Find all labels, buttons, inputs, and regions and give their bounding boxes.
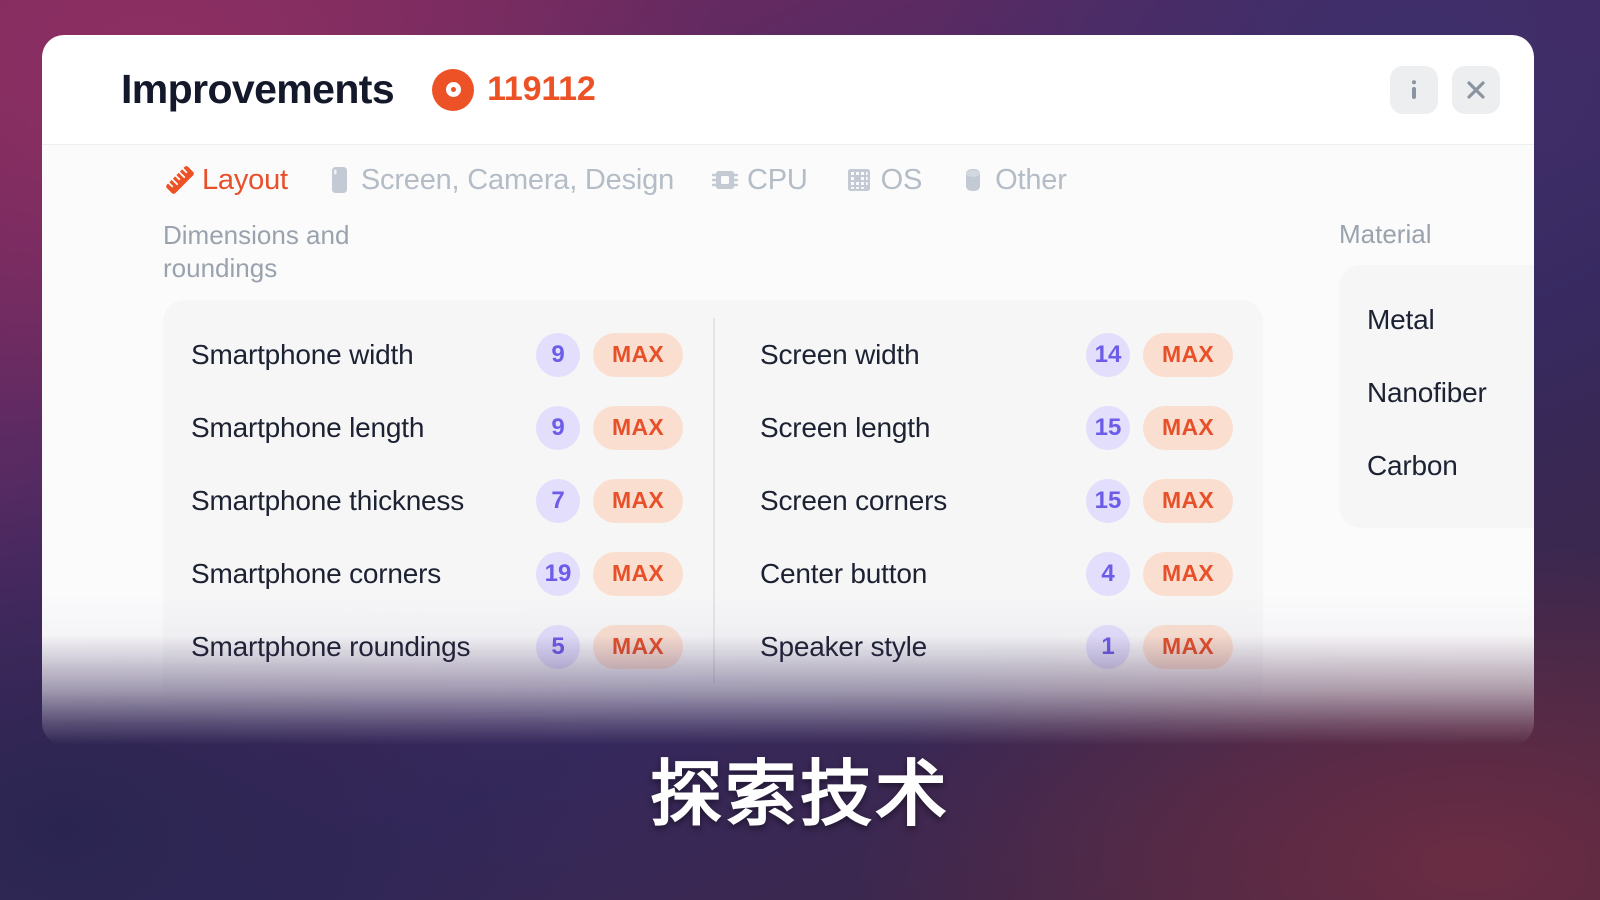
spec-name: Smartphone thickness (191, 484, 465, 516)
table-row[interactable]: Screen width 14 MAX (760, 318, 1233, 391)
table-row[interactable]: Screen corners 15 MAX (760, 464, 1233, 537)
spec-controls: 9 MAX (536, 405, 683, 450)
tab-layout-label: Layout (202, 163, 288, 196)
spec-controls: 7 MAX (536, 478, 683, 523)
level-badge: 9 (536, 332, 580, 377)
material-name: Metal (1367, 303, 1435, 335)
page-title: Improvements (121, 66, 395, 112)
max-button[interactable]: MAX (1143, 551, 1233, 596)
level-badge: 1 (1086, 624, 1130, 669)
spec-controls: 14 MAX (1086, 332, 1233, 377)
spec-controls: 1 MAX (1086, 624, 1233, 669)
list-item[interactable]: Metal (1339, 283, 1534, 356)
currency-display: 119112 (432, 68, 596, 111)
header-actions (1390, 65, 1500, 114)
dialog-body: Dimensions and roundings Smartphone widt… (42, 211, 1534, 745)
table-row[interactable]: Screen length 15 MAX (760, 391, 1233, 464)
table-row[interactable]: Smartphone corners 19 MAX (191, 537, 683, 610)
capsule-icon (966, 169, 981, 191)
level-badge: 7 (536, 478, 580, 523)
coin-icon (432, 68, 475, 111)
layout-section: Dimensions and roundings Smartphone widt… (163, 211, 1263, 745)
table-row[interactable]: Smartphone width 9 MAX (191, 318, 683, 391)
spec-column-right: Screen width 14 MAX Screen length 15 MAX (713, 318, 1263, 683)
max-button[interactable]: MAX (1143, 405, 1233, 450)
spec-controls: 15 MAX (1086, 405, 1233, 450)
spec-column-left: Smartphone width 9 MAX Smartphone length… (163, 318, 713, 683)
level-badge: 19 (536, 551, 580, 596)
info-button[interactable] (1390, 65, 1438, 114)
spec-controls: 9 MAX (536, 332, 683, 377)
section-title: Dimensions and roundings (163, 220, 350, 283)
tab-screen-camera-design-label: Screen, Camera, Design (360, 163, 675, 196)
table-row[interactable]: Speaker style 1 MAX (760, 610, 1233, 683)
level-badge: 5 (536, 624, 580, 669)
spec-controls: 4 MAX (1086, 551, 1233, 596)
ruler-icon (166, 166, 194, 194)
spec-name: Center button (760, 557, 928, 589)
grid-icon (847, 169, 870, 191)
table-row[interactable]: Smartphone roundings 5 MAX (191, 610, 683, 683)
level-badge: 15 (1086, 405, 1130, 450)
level-badge: 9 (536, 405, 580, 450)
material-name: Carbon (1367, 449, 1458, 481)
max-button[interactable]: MAX (593, 405, 683, 450)
level-badge: 15 (1086, 478, 1130, 523)
spec-name: Smartphone corners (191, 557, 442, 589)
max-button[interactable]: MAX (593, 478, 683, 523)
tab-cpu[interactable]: CPU (708, 163, 808, 197)
tab-other-label: Other (995, 163, 1067, 196)
spec-name: Smartphone width (191, 338, 414, 370)
material-title: Material (1339, 219, 1432, 249)
max-button[interactable]: MAX (593, 332, 683, 377)
spec-controls: 15 MAX (1086, 478, 1233, 523)
close-button[interactable] (1452, 65, 1500, 114)
max-button[interactable]: MAX (593, 551, 683, 596)
info-icon (1412, 79, 1416, 99)
tab-bar: Layout Screen, Camera, Design CPU OS Oth… (42, 145, 1534, 211)
max-button[interactable]: MAX (1143, 478, 1233, 523)
tab-os-label: OS (880, 163, 923, 196)
tab-os[interactable]: OS (842, 163, 923, 197)
spec-name: Smartphone length (191, 411, 425, 443)
caption-text: 探索技术 (649, 755, 950, 835)
max-button[interactable]: MAX (1143, 624, 1233, 669)
list-item[interactable]: Carbon (1339, 429, 1534, 502)
coin-amount: 119112 (487, 70, 596, 108)
chip-icon (711, 171, 739, 189)
spec-name: Speaker style (760, 630, 928, 662)
improvements-dialog: Improvements 119112 Layout Screen, Camer… (42, 35, 1534, 745)
close-icon (1467, 80, 1485, 99)
max-button[interactable]: MAX (593, 624, 683, 669)
spec-controls: 19 MAX (536, 551, 683, 596)
list-item[interactable]: Nanofiber (1339, 356, 1534, 429)
dialog-header: Improvements 119112 (42, 35, 1534, 145)
table-row[interactable]: Smartphone thickness 7 MAX (191, 464, 683, 537)
table-row[interactable]: Center button 4 MAX (760, 537, 1233, 610)
level-badge: 4 (1086, 551, 1130, 596)
material-panel: Metal Nanofiber Carbon (1339, 265, 1534, 528)
spec-name: Screen corners (760, 484, 948, 516)
spec-controls: 5 MAX (536, 624, 683, 669)
spec-name: Screen length (760, 411, 931, 443)
table-row[interactable]: Smartphone length 9 MAX (191, 391, 683, 464)
material-name: Nanofiber (1367, 376, 1487, 408)
level-badge: 14 (1086, 332, 1130, 377)
tab-other[interactable]: Other (956, 163, 1067, 197)
tab-cpu-label: CPU (747, 163, 808, 196)
spec-panel: Smartphone width 9 MAX Smartphone length… (163, 300, 1263, 709)
max-button[interactable]: MAX (1143, 332, 1233, 377)
tab-layout[interactable]: Layout (163, 163, 288, 197)
spec-name: Smartphone roundings (191, 630, 471, 662)
material-section: Material Metal Nanofiber Carbon (1339, 211, 1534, 745)
tab-screen-camera-design[interactable]: Screen, Camera, Design (322, 163, 674, 197)
smartphone-icon (331, 167, 347, 193)
spec-name: Screen width (760, 338, 920, 370)
